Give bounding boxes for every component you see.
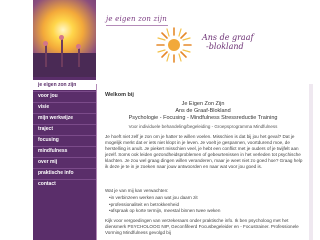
scrollbar[interactable] xyxy=(309,84,313,240)
page: je eigen zon zijn Ans de graaf -blokland… xyxy=(0,0,320,240)
flower-bud xyxy=(76,44,81,49)
expectations-list: in verbinzeen werken aan wat jou daarn z… xyxy=(109,195,305,215)
nav-item-voor-jou[interactable]: voor jou xyxy=(33,91,96,101)
nav-item-over-mij[interactable]: over mij xyxy=(33,157,96,167)
page-title-line-2: Ans de Graaf-Blokland xyxy=(175,108,231,114)
flower-stem xyxy=(61,39,63,67)
sidebar-nav: je eigen zon zijn voor jou visie mijn we… xyxy=(33,77,96,240)
credentials-paragraph: Kijk voor vergoedingen van verzekeraars … xyxy=(105,218,299,235)
site-tagline: je eigen zon zijn xyxy=(106,15,167,23)
flower-stem xyxy=(45,45,47,67)
welcome-heading: Welkom bij xyxy=(105,92,134,98)
flower-bud xyxy=(43,41,48,46)
brand-line-2: -blokland xyxy=(206,42,244,51)
brand-name: Ans de graaf -blokland xyxy=(202,33,253,51)
main-content: Welkom bij Je Eigen Zon Zijn Ans de Graa… xyxy=(96,84,309,240)
nav-item-visie[interactable]: visie xyxy=(33,102,96,112)
nav-item-praktische-info[interactable]: praktische info xyxy=(33,168,96,178)
page-subtitle: Voor individuele behandeling/begeleiding… xyxy=(128,124,278,129)
list-item: afspraak op korte termijn, meestal binne… xyxy=(109,208,305,215)
brand-line-1: Ans de graaf xyxy=(202,33,254,42)
header: je eigen zon zijn Ans de graaf -blokland xyxy=(96,0,320,77)
expectations-heading: Wat je van mij kan verwachten: xyxy=(105,188,169,193)
flower-stem xyxy=(78,48,80,67)
flower-bud xyxy=(59,35,64,40)
page-title-line-3: Psychologie - Focusing - Mindfulness Str… xyxy=(128,115,278,121)
flower-silhouette xyxy=(33,53,96,77)
header-sunset-image xyxy=(33,0,96,77)
nav-item-contact[interactable]: contact xyxy=(33,179,96,189)
nav-item-traject[interactable]: traject xyxy=(33,124,96,134)
nav-item-focusing[interactable]: focusing xyxy=(33,135,96,145)
sun-logo-icon xyxy=(156,27,192,63)
nav-item-je-eigen-zon-zijn[interactable]: je eigen zon zijn xyxy=(33,80,96,90)
page-title-line-1: Je Eigen Zon Zijn xyxy=(181,101,225,107)
nav-item-mindfulness[interactable]: mindfulness xyxy=(33,146,96,156)
nav-item-mijn-werkwijze[interactable]: mijn werkwijze xyxy=(33,113,96,123)
intro-paragraph: Je hoeft niet zelf je zon om je hatter t… xyxy=(105,134,303,169)
